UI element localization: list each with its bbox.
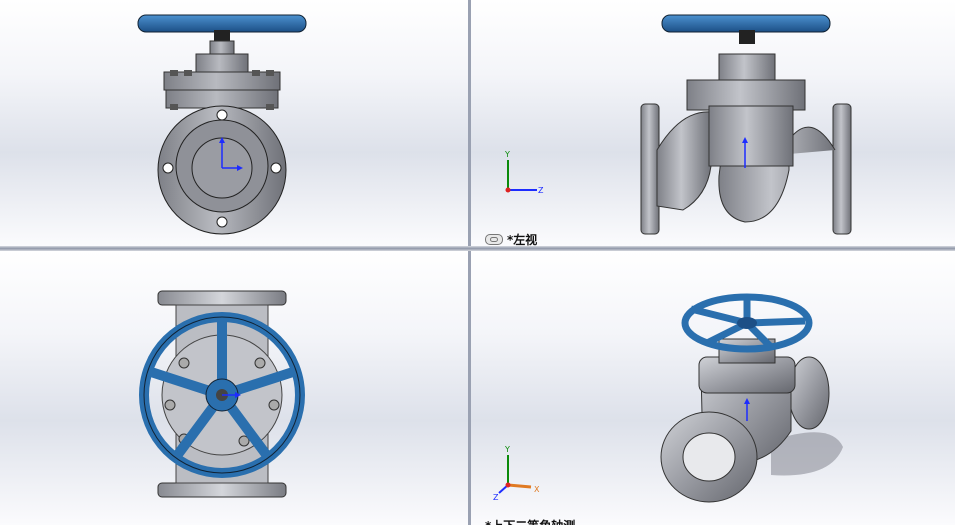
- valve-body: [656, 111, 712, 211]
- svg-text:Z: Z: [538, 186, 544, 195]
- flange-left: [640, 103, 660, 235]
- flange-top: [157, 290, 287, 306]
- bonnet-flange: [163, 71, 281, 91]
- viewport-left[interactable]: Y Z *左视: [471, 0, 955, 246]
- svg-text:Y: Y: [504, 445, 510, 454]
- triad-icon: Y Z: [504, 150, 544, 195]
- left-view-drawing: Y Z: [504, 14, 852, 235]
- viewport-iso[interactable]: Y Z X *上下二等角轴测: [471, 251, 955, 525]
- view-name: *上下二等角轴测: [485, 517, 575, 525]
- svg-text:Y: Y: [504, 150, 510, 159]
- triad-icon: Y Z X: [493, 445, 540, 502]
- valve-stem: [739, 30, 755, 44]
- viewport-splitter-vertical[interactable]: [468, 0, 471, 525]
- viewport-splitter-horizontal[interactable]: [0, 246, 955, 251]
- svg-text:Z: Z: [493, 493, 499, 502]
- flange-right: [832, 103, 852, 235]
- viewport-front[interactable]: [0, 0, 468, 246]
- front-view-drawing: [137, 14, 307, 235]
- iso-view-drawing: Y Z X: [493, 293, 843, 503]
- top-view-drawing: [139, 290, 305, 498]
- handwheel: [661, 14, 831, 33]
- view-orientation-label: *左视: [485, 231, 537, 246]
- handwheel: [137, 14, 307, 33]
- bonnet: [718, 53, 776, 83]
- view-orientation-label: *上下二等角轴测: [485, 517, 575, 525]
- stem-nut: [209, 40, 235, 56]
- link-icon: [485, 234, 503, 245]
- viewport-top[interactable]: [0, 251, 468, 525]
- view-name: *左视: [507, 233, 538, 246]
- svg-text:X: X: [534, 485, 540, 494]
- flange-bottom: [157, 482, 287, 498]
